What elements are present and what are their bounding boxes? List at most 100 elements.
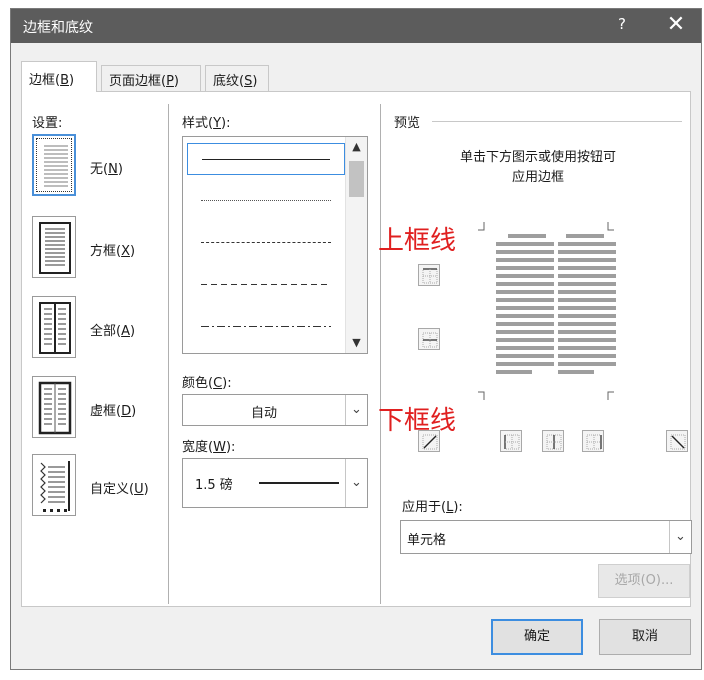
width-line-sample (259, 482, 339, 484)
preview-gray-line (496, 290, 554, 294)
preview-gray-line (558, 242, 616, 246)
diagonal-down-border-button[interactable] (666, 430, 688, 452)
inside-horizontal-border-button[interactable] (418, 328, 440, 350)
preview-gray-line (558, 298, 616, 302)
scroll-down-icon[interactable]: ▼ (346, 333, 367, 353)
tab-borders-key: B (60, 73, 69, 88)
preview-gray-line (558, 338, 616, 342)
settings-label: 设置: (32, 116, 63, 131)
left-border-button[interactable] (500, 430, 522, 452)
setting-grid-icon[interactable] (32, 376, 76, 438)
preview-gray-line (558, 322, 616, 326)
preview-hint-1: 单击下方图示或使用按钮可 (459, 150, 616, 165)
preview-gray-line (558, 354, 616, 358)
width-combo[interactable]: 1.5 磅 ⌄ (182, 458, 368, 508)
tab-panel: 设置: 无(N) 方框(X) 全部(A) 虚框(D) 自定义(U) 样式(Y):… (21, 91, 692, 607)
tab-shading[interactable]: 底纹(S) (205, 65, 269, 91)
preview-hint-2: 应用边框 (511, 170, 564, 185)
tab-page-border[interactable]: 页面边框(P) (101, 65, 201, 91)
inside-vertical-border-button[interactable] (542, 430, 564, 452)
preview-gray-line (558, 306, 616, 310)
style-dashed[interactable] (187, 269, 345, 301)
chevron-down-icon[interactable]: ⌄ (669, 521, 691, 553)
setting-all-label[interactable]: 全部(A) (90, 320, 135, 339)
style-separator (380, 104, 381, 604)
preview-gray-line (496, 258, 554, 262)
apply-to-value: 单元格 (407, 533, 447, 548)
preview-gray-line (496, 346, 554, 350)
top-border-button[interactable] (418, 264, 440, 286)
preview-gray-line (558, 266, 616, 270)
setting-none-icon[interactable] (32, 134, 76, 196)
apply-to-label: 应用于(L): (402, 500, 463, 515)
setting-box-label[interactable]: 方框(X) (90, 240, 135, 259)
preview-gray-line (558, 274, 616, 278)
borders-shading-dialog: 边框和底纹 ? ✕ 边框(B) 页面边框(P) 底纹(S) 设置: 无(N) 方… (10, 8, 702, 670)
tab-borders-tail: ) (69, 73, 75, 88)
style-solid[interactable] (187, 143, 345, 175)
tab-page-border-key: P (166, 74, 174, 89)
preview-label: 预览 (394, 116, 421, 131)
preview-gray-line (558, 282, 616, 286)
scroll-up-icon[interactable]: ▲ (346, 137, 367, 157)
width-value: 1.5 磅 (195, 478, 233, 493)
preview-gray-line (558, 258, 616, 262)
settings-separator (168, 104, 169, 604)
style-label: 样式(Y): (182, 116, 231, 131)
preview-gray-line (496, 338, 554, 342)
preview-gray-line (496, 370, 532, 374)
preview-gray-line (496, 298, 554, 302)
tab-page-border-tail: ) (173, 74, 179, 89)
preview-gray-line (496, 282, 554, 286)
setting-box-icon[interactable] (32, 216, 76, 278)
style-listbox[interactable]: ▲ ▼ (182, 136, 368, 354)
preview-gray-line (496, 306, 554, 310)
options-button[interactable]: 选项(O)... (598, 564, 690, 598)
preview-gray-line (558, 250, 616, 254)
color-combo[interactable]: 自动 ⌄ (182, 394, 368, 426)
close-button[interactable]: ✕ (661, 12, 691, 40)
preview-gray-line (496, 266, 554, 270)
apply-to-combo[interactable]: 单元格 ⌄ (400, 520, 692, 554)
right-border-button[interactable] (582, 430, 604, 452)
preview-gray-line (558, 290, 616, 294)
color-value: 自动 (250, 406, 277, 421)
setting-custom-icon[interactable] (32, 454, 76, 516)
dialog-title: 边框和底纹 (23, 20, 93, 36)
bottom-border-button[interactable] (418, 430, 440, 452)
tab-borders[interactable]: 边框(B) (21, 61, 97, 92)
chevron-down-icon[interactable]: ⌄ (345, 395, 367, 425)
annotation-top-border: 上框线 (378, 226, 457, 256)
preview-gray-line (496, 330, 554, 334)
chevron-down-icon[interactable]: ⌄ (345, 459, 367, 507)
width-label: 宽度(W): (182, 440, 236, 455)
help-button[interactable]: ? (609, 15, 635, 37)
setting-custom-label[interactable]: 自定义(U) (90, 478, 149, 497)
preview-gray-line (508, 234, 546, 238)
preview-groupline (432, 121, 682, 122)
preview-gray-line (558, 370, 594, 374)
preview-gray-line (496, 354, 554, 358)
tab-shading-tail: ) (252, 74, 258, 89)
preview-gray-line (558, 314, 616, 318)
tab-page-border-label: 页面边框( (109, 74, 167, 89)
scroll-thumb[interactable] (349, 161, 364, 197)
style-scrollbar[interactable]: ▲ ▼ (345, 137, 367, 353)
style-dense-dashed[interactable] (187, 227, 345, 259)
preview-gray-line (496, 274, 554, 278)
setting-none-label[interactable]: 无(N) (90, 158, 123, 177)
setting-all-icon[interactable] (32, 296, 76, 358)
color-label: 颜色(C): (182, 376, 232, 391)
preview-gray-line (496, 250, 554, 254)
preview-gray-line (496, 242, 554, 246)
preview-gray-line (496, 362, 554, 366)
preview-gray-line (566, 234, 604, 238)
ok-button[interactable]: 确定 (491, 619, 583, 655)
style-dash-dot[interactable] (187, 311, 345, 343)
style-dotted[interactable] (187, 185, 345, 217)
tab-borders-label: 边框( (29, 73, 61, 88)
setting-grid-label[interactable]: 虚框(D) (90, 400, 136, 419)
preview-gray-line (496, 322, 554, 326)
cancel-button[interactable]: 取消 (599, 619, 691, 655)
preview-gray-line (558, 362, 616, 366)
